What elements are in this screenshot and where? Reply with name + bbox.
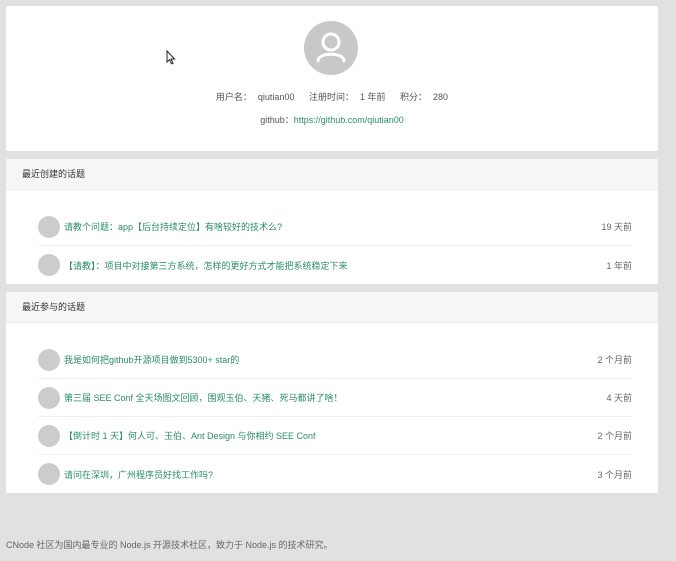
topic-list: 请教个问题：app【后台持续定位】有啥较好的技术么? 19 天前 【请教】：项目… [6, 190, 658, 284]
recent-created-topics-panel: 最近创建的话题 请教个问题：app【后台持续定位】有啥较好的技术么? 19 天前… [6, 159, 658, 284]
topic-title-link[interactable]: 【请教】：项目中对接第三方系统，怎样的更好方式才能把系统稳定下来 [64, 259, 596, 272]
topic-title-link[interactable]: 我是如何把github开源项目做到5300+ star的 [64, 353, 587, 366]
register-time-value: 1 年前 [360, 92, 386, 102]
username-value: qiutian00 [257, 92, 295, 102]
score-value: 280 [433, 92, 449, 102]
register-time-label: 注册时间： [308, 92, 354, 102]
author-avatar[interactable] [38, 254, 60, 276]
topic-time: 2 个月前 [597, 431, 632, 441]
topic-time: 19 天前 [601, 222, 632, 232]
mouse-cursor-icon [166, 50, 176, 65]
author-avatar[interactable] [38, 463, 60, 485]
topic-title-link[interactable]: 【倒计时 1 天】何人可、玉伯、Ant Design 与你相约 SEE Conf [64, 429, 587, 442]
topic-title-link[interactable]: 请教个问题：app【后台持续定位】有啥较好的技术么? [64, 220, 591, 233]
footer-text: CNode 社区为国内最专业的 Node.js 开源技术社区，致力于 Node.… [6, 540, 333, 550]
username-field: 用户名： qiutian00 [213, 92, 298, 102]
section-heading: 最近参与的话题 [6, 292, 658, 323]
user-avatar[interactable] [304, 21, 358, 75]
topic-title-link[interactable]: 请问在深圳，广州程序员好找工作吗? [64, 468, 587, 481]
author-avatar[interactable] [38, 215, 60, 238]
topic-time: 1 年前 [606, 260, 632, 271]
register-time-field: 注册时间： 1 年前 [306, 92, 389, 102]
topic-time: 2 个月前 [597, 355, 632, 365]
page-content: 用户名： qiutian00 注册时间： 1 年前 积分： 280 github：ht… [6, 6, 658, 493]
author-avatar[interactable] [38, 424, 60, 447]
score-label: 积分： [400, 92, 428, 102]
author-avatar[interactable] [38, 386, 60, 409]
score-field: 积分： 280 [397, 92, 451, 102]
username-label: 用户名： [215, 92, 252, 102]
user-silhouette-icon [316, 32, 346, 63]
topic-list: 我是如何把github开源项目做到5300+ star的 2 个月前 第三届 S… [6, 323, 658, 493]
user-info-line: 用户名： qiutian00 注册时间： 1 年前 积分： 280 [6, 90, 658, 103]
topic-item[interactable]: 我是如何把github开源项目做到5300+ star的 2 个月前 [38, 341, 632, 379]
topic-item[interactable]: 请问在深圳，广州程序员好找工作吗? 3 个月前 [38, 455, 632, 493]
github-line: github：https://github.com/qiutian00 [6, 113, 658, 126]
topic-item[interactable]: 第三届 SEE Conf 全天场图文回顾，围观玉伯、天猪、死马都讲了啥！ 4 天… [38, 379, 632, 417]
topic-item[interactable]: 【倒计时 1 天】何人可、玉伯、Ant Design 与你相约 SEE Conf… [38, 417, 632, 455]
user-profile-card: 用户名： qiutian00 注册时间： 1 年前 积分： 280 github：ht… [6, 6, 658, 151]
github-link[interactable]: https://github.com/qiutian00 [294, 115, 404, 125]
topic-title-link[interactable]: 第三届 SEE Conf 全天场图文回顾，围观玉伯、天猪、死马都讲了啥！ [64, 391, 596, 404]
section-heading: 最近创建的话题 [6, 159, 658, 190]
topic-time: 3 个月前 [597, 469, 632, 480]
topic-time: 4 天前 [606, 393, 632, 403]
topic-item[interactable]: 【请教】：项目中对接第三方系统，怎样的更好方式才能把系统稳定下来 1 年前 [38, 246, 632, 284]
author-avatar[interactable] [38, 348, 60, 371]
topic-item[interactable]: 请教个问题：app【后台持续定位】有啥较好的技术么? 19 天前 [38, 208, 632, 246]
recent-joined-topics-panel: 最近参与的话题 我是如何把github开源项目做到5300+ star的 2 个… [6, 292, 658, 493]
github-label: github： [260, 115, 294, 125]
